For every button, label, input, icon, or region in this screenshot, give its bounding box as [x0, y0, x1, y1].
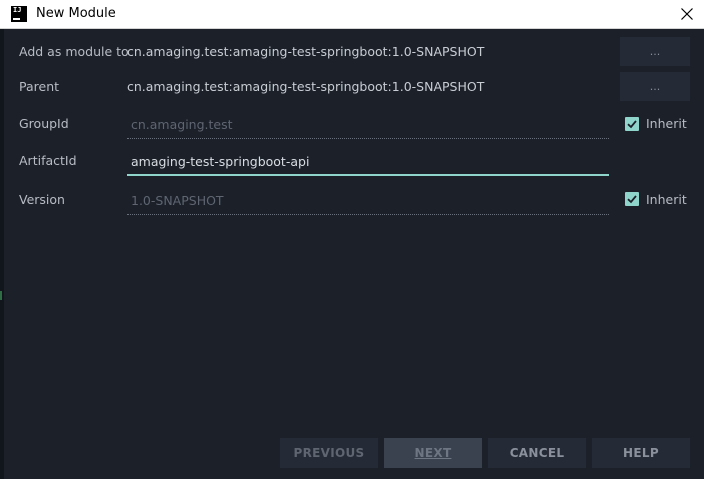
version-inherit-label[interactable]: Inherit [646, 192, 687, 208]
group-id-inherit-checkbox[interactable] [625, 117, 639, 131]
title-bar: IJ New Module [0, 0, 704, 29]
group-id-inherit-label[interactable]: Inherit [646, 116, 687, 132]
parent-browse-button[interactable]: ... [620, 72, 690, 101]
version-label: Version [19, 192, 65, 207]
add-as-module-label: Add as module to [19, 44, 129, 59]
group-id-input[interactable]: cn.amaging.test [127, 111, 609, 139]
version-inherit-checkbox[interactable] [625, 192, 639, 206]
version-input[interactable]: 1.0-SNAPSHOT [127, 187, 609, 215]
close-button[interactable] [670, 0, 704, 28]
next-button[interactable]: NEXT [384, 438, 482, 468]
add-as-module-browse-button[interactable]: ... [620, 37, 690, 66]
artifact-id-value: amaging-test-springboot-api [131, 154, 310, 169]
group-id-label: GroupId [19, 116, 69, 131]
new-module-dialog: IJ New Module Add as module to cn.amagin… [0, 0, 704, 479]
intellij-icon-text: IJ [13, 6, 22, 14]
checkmark-icon [627, 195, 637, 204]
version-value: 1.0-SNAPSHOT [131, 193, 224, 208]
window-title: New Module [36, 6, 116, 21]
parent-value: cn.amaging.test:amaging-test-springboot:… [127, 79, 485, 94]
add-as-module-value: cn.amaging.test:amaging-test-springboot:… [127, 44, 485, 59]
artifact-id-input[interactable]: amaging-test-springboot-api [127, 148, 609, 176]
help-button[interactable]: HELP [592, 438, 690, 468]
cancel-button[interactable]: CANCEL [488, 438, 586, 468]
window-left-edge [0, 29, 4, 479]
intellij-icon: IJ [11, 6, 27, 22]
previous-button[interactable]: PREVIOUS [280, 438, 378, 468]
parent-label: Parent [19, 79, 60, 94]
group-id-value: cn.amaging.test [131, 117, 233, 132]
artifact-id-label: ArtifactId [19, 153, 77, 168]
checkmark-icon [627, 120, 637, 129]
close-icon [681, 8, 693, 20]
